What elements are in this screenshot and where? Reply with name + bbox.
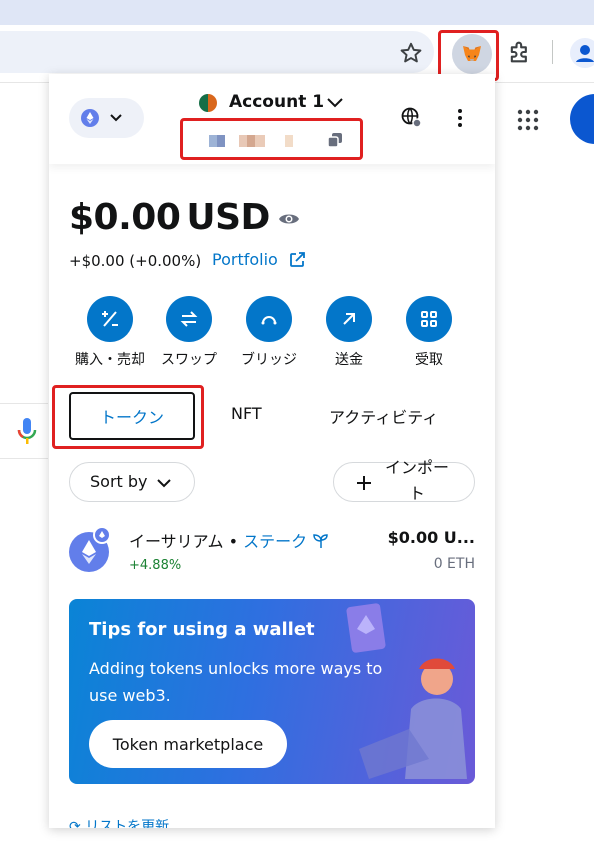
token-fiat-value: $0.00 U...: [387, 528, 475, 547]
ethereum-network-badge-icon: [93, 526, 111, 544]
portfolio-link[interactable]: Portfolio: [212, 250, 278, 269]
token-name: イーサリアム • ステーク: [129, 528, 330, 552]
more-options-icon[interactable]: [457, 108, 463, 128]
refresh-icon: ⟳: [69, 819, 86, 828]
swap-button[interactable]: スワップ: [149, 296, 229, 369]
sprout-icon: [313, 534, 329, 548]
tips-body: Adding tokens unlocks more ways to use w…: [89, 659, 383, 705]
profile-icon[interactable]: [570, 38, 594, 68]
stake-link[interactable]: ステーク: [243, 532, 307, 551]
send-label: 送金: [335, 352, 363, 368]
metamask-popup: Account 1 $0.00 USD +$0.00 (+0.00%) Port…: [49, 74, 495, 828]
account-name[interactable]: Account 1: [229, 92, 324, 112]
chevron-down-icon: [110, 114, 122, 122]
external-link-icon[interactable]: [288, 251, 306, 269]
receive-label: 受取: [415, 352, 443, 368]
token-row[interactable]: イーサリアム • ステーク +4.88% $0.00 U... 0 ETH: [49, 520, 495, 584]
token-amount: 0 ETH: [433, 556, 475, 572]
token-change: +4.88%: [129, 558, 182, 573]
plus-icon: [357, 476, 371, 490]
send-button[interactable]: 送金: [309, 296, 389, 369]
swap-icon: [166, 296, 212, 342]
puzzle-icon[interactable]: [506, 38, 534, 66]
tips-title: Tips for using a wallet: [89, 619, 315, 640]
highlight-address: [180, 118, 363, 160]
address-bar[interactable]: [0, 31, 434, 73]
ethereum-network-icon: [81, 109, 99, 127]
send-icon: [326, 296, 372, 342]
balance-change: +$0.00 (+0.00%): [69, 252, 202, 270]
account-avatar: [199, 94, 217, 112]
browser-tabstrip: [0, 0, 594, 25]
import-button[interactable]: インポー ト: [333, 458, 475, 503]
eye-icon[interactable]: [278, 210, 300, 228]
receive-button[interactable]: 受取: [389, 296, 469, 369]
buy-sell-button[interactable]: 購入・売却: [70, 296, 150, 369]
highlight-tokens-tab: [52, 385, 204, 449]
token-marketplace-button[interactable]: Token marketplace: [89, 720, 287, 768]
apps-grid-icon[interactable]: [516, 108, 540, 132]
balance-currency: USD: [186, 197, 270, 238]
globe-icon[interactable]: [400, 106, 422, 128]
network-selector[interactable]: [69, 98, 144, 138]
tips-card: Tips for using a wallet Adding tokens un…: [69, 599, 475, 784]
tab-activity[interactable]: アクティビティ: [329, 404, 438, 428]
receive-icon: [406, 296, 452, 342]
chevron-down-icon: [157, 479, 171, 488]
chevron-down-icon[interactable]: [326, 96, 344, 110]
sign-in-button[interactable]: [570, 94, 594, 144]
refresh-list-link[interactable]: ⟳ リストを更新: [69, 816, 169, 828]
star-icon[interactable]: [398, 40, 424, 66]
buy-sell-icon: [87, 296, 133, 342]
buy-sell-label: 購入・売却: [75, 352, 145, 368]
tab-nft[interactable]: NFT: [231, 404, 262, 423]
toolbar-divider: [552, 40, 553, 64]
sort-by-label: Sort by: [90, 472, 148, 491]
bridge-label: ブリッジ: [241, 352, 297, 368]
bridge-button[interactable]: ブリッジ: [229, 296, 309, 369]
import-label: インポー ト: [384, 458, 449, 503]
balance-amount: $0.00 USD: [69, 197, 270, 238]
sort-by-button[interactable]: Sort by: [69, 462, 195, 502]
bridge-icon: [246, 296, 292, 342]
swap-label: スワップ: [161, 352, 217, 368]
mic-icon[interactable]: [15, 416, 39, 446]
